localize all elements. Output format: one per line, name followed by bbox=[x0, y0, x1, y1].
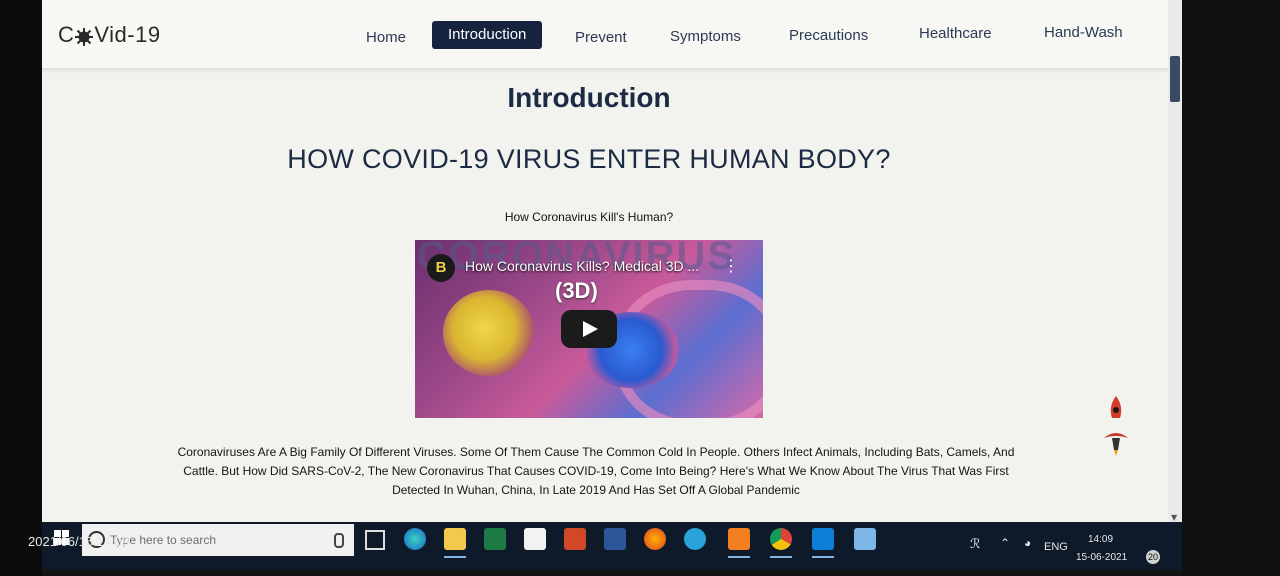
monitor-bezel-right bbox=[1182, 0, 1280, 576]
clock-time[interactable]: 14:09 bbox=[1088, 534, 1113, 545]
monitor-bezel-left bbox=[0, 0, 42, 576]
xampp-icon[interactable] bbox=[728, 528, 750, 550]
intro-paragraph: Coronaviruses Are A Big Family Of Differ… bbox=[177, 445, 1015, 497]
video-thumbnail-tag: (3D) bbox=[555, 278, 598, 303]
nav-precautions[interactable]: Precautions bbox=[773, 22, 884, 50]
running-indicator bbox=[812, 556, 834, 558]
chrome-icon[interactable] bbox=[770, 528, 792, 550]
excel-icon[interactable] bbox=[484, 528, 506, 550]
virus-illustration bbox=[443, 290, 535, 376]
notification-count-badge[interactable]: 20 bbox=[1146, 550, 1160, 564]
photo-timestamp: 2021/06/15 14:09 bbox=[28, 534, 130, 549]
edge-icon[interactable] bbox=[404, 528, 426, 550]
running-indicator bbox=[444, 556, 466, 558]
nav-symptoms[interactable]: Symptoms bbox=[654, 23, 757, 51]
site-navbar: C Vid-19 Home Introduction Prevent Sympt… bbox=[42, 0, 1168, 69]
channel-avatar[interactable]: B bbox=[427, 254, 455, 282]
firefox-icon[interactable] bbox=[644, 528, 666, 550]
nav-home[interactable]: Home bbox=[350, 24, 422, 52]
page-title: Introduction bbox=[507, 82, 671, 113]
nav-healthcare[interactable]: Healthcare bbox=[903, 20, 1008, 48]
browser-viewport: C Vid-19 Home Introduction Prevent Sympt… bbox=[42, 0, 1182, 522]
people-icon[interactable]: ℛ bbox=[970, 536, 980, 552]
file-explorer-icon[interactable] bbox=[444, 528, 466, 550]
word-icon[interactable] bbox=[604, 528, 626, 550]
scroll-down-icon[interactable]: ▼ bbox=[1171, 513, 1177, 522]
telegram-icon[interactable] bbox=[684, 528, 706, 550]
wifi-icon[interactable]: ◕ bbox=[1024, 536, 1031, 550]
running-indicator bbox=[770, 556, 792, 558]
embedded-video[interactable]: CORONAVIRUS B How Coronavirus Kills? Med… bbox=[415, 240, 763, 418]
nav-hand-wash[interactable]: Hand-Wash bbox=[1028, 19, 1139, 47]
store-icon[interactable] bbox=[524, 528, 546, 550]
running-indicator bbox=[728, 556, 750, 558]
clock-date[interactable]: 15-06-2021 bbox=[1076, 552, 1127, 563]
scrollbar-thumb[interactable] bbox=[1170, 56, 1180, 102]
windows-taskbar: Type here to search ℛ ⌃ ◕ ENG 14:09 15-0… bbox=[42, 522, 1182, 570]
chevron-up-icon[interactable]: ⌃ bbox=[1000, 536, 1010, 550]
video-title[interactable]: How Coronavirus Kills? Medical 3D ... bbox=[465, 258, 699, 274]
microphone-icon[interactable] bbox=[334, 533, 344, 548]
rocket-icon[interactable] bbox=[1102, 394, 1130, 464]
vscode-icon[interactable] bbox=[812, 528, 834, 550]
play-button[interactable] bbox=[561, 310, 617, 348]
nav-prevent[interactable]: Prevent bbox=[559, 24, 643, 52]
nav-introduction[interactable]: Introduction bbox=[432, 21, 543, 49]
page-scrollbar[interactable]: ▼ bbox=[1168, 0, 1182, 522]
notepad-icon[interactable] bbox=[854, 528, 876, 550]
section-headline: HOW COVID-19 VIRUS ENTER HUMAN BODY? bbox=[287, 144, 891, 174]
task-view-icon[interactable] bbox=[365, 530, 385, 550]
language-indicator[interactable]: ENG bbox=[1044, 541, 1068, 553]
video-caption: How Coronavirus Kill's Human? bbox=[504, 210, 674, 224]
powerpoint-icon[interactable] bbox=[564, 528, 586, 550]
main-nav: Home Introduction Prevent Symptoms Preca… bbox=[42, 20, 1168, 50]
more-options-icon[interactable]: ⋮ bbox=[723, 256, 739, 275]
